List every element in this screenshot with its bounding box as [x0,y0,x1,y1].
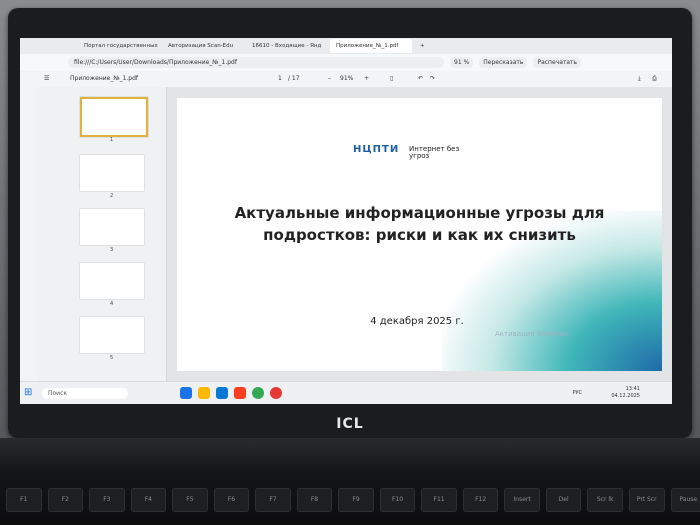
taskbar: ⊞ Поиск РУС 13:41 04.12.2025 [20,381,672,404]
thumbnail-number: 4 [110,301,114,307]
logo-text: НЦПТИ [353,144,400,155]
pdf-file-name: Приложение_№_1.pdf [70,75,139,82]
thumbnail-page-2[interactable] [80,155,144,191]
keyboard-key: F7 [255,488,291,512]
tab-pdf[interactable]: Приложение_№_1.pdf [330,39,412,53]
download-icon[interactable]: ⤓ [638,75,641,83]
keyboard-key: F10 [379,488,416,512]
laptop-brand-logo: ICL [336,416,364,432]
browser-tab-bar: Портал государственных Авторизация Scan-… [20,38,672,54]
keyboard-key: Insert [504,488,540,512]
yandex-icon[interactable] [234,387,246,399]
print-icon[interactable]: ⎙ [652,75,657,83]
file-explorer-icon[interactable] [198,387,210,399]
print-button[interactable]: Распечатать [533,57,582,68]
keyboard-key: F12 [462,488,499,512]
clock-date: 04.12.2025 [611,393,640,399]
tab-yandex-mail[interactable]: 16610 - Входящие - Янд [246,39,328,53]
thumbnail-page-4[interactable] [80,263,144,299]
zoom-chip[interactable]: 91 % [450,57,474,68]
thumbnail-page-5[interactable] [80,317,144,353]
windows-start-icon[interactable]: ⊞ [24,387,32,398]
thumbnail-panel: 1 2 3 4 5 [38,87,167,381]
thumbnail-number: 5 [110,355,114,361]
menu-icon[interactable]: ☰ [44,75,49,82]
thumbnail-number: 2 [110,193,114,199]
activation-watermark: Активация Windows [495,330,569,338]
undo-icon[interactable]: ↶ [418,75,423,82]
keyboard-key: F1 [6,488,42,512]
logo-subtitle: Интернет без угроз [409,145,460,160]
tab-gosuslugi[interactable]: Портал государственных [78,39,160,53]
keyboard-key: Prt Scr [628,488,665,512]
keyboard-key: F11 [421,488,457,512]
page-total: / 17 [288,75,300,82]
keyboard-key: F5 [172,488,208,512]
retell-button[interactable]: Пересказать [479,57,528,68]
keyboard-key: Scr lk [587,488,623,512]
tab-scan-edu[interactable]: Авторизация Scan-Edu [162,39,244,53]
function-key-row: F1 F2 F3 F4 F5 F6 F7 F8 F9 F10 F11 F12 Insert Del Scr … [0,488,700,525]
slide-date: 4 декабря 2025 г. [370,316,464,327]
pdf-zoom-value[interactable]: 91% [340,75,353,82]
thumbnail-number: 1 [110,137,114,143]
redo-icon[interactable]: ↷ [430,75,435,82]
zoom-in-icon[interactable]: + [364,75,369,82]
zoom-out-icon[interactable]: – [328,75,331,82]
language-indicator[interactable]: РУС [572,390,582,396]
clock[interactable]: 13:41 04.12.2025 [611,386,640,400]
keyboard-key: Pause [670,488,700,512]
fit-page-icon[interactable]: ▯ [390,75,393,82]
slide-title: Актуальные информационные угрозы для под… [234,204,605,244]
url-input[interactable]: file:///C:/Users/User/Downloads/Приложен… [68,57,444,68]
keyboard-key: F6 [213,488,250,512]
chrome-icon[interactable] [252,387,264,399]
taskbar-search-input[interactable]: Поиск [42,388,128,399]
yandex-browser-icon[interactable] [270,387,282,399]
laptop-screen: Портал государственных Авторизация Scan-… [20,38,672,404]
keyboard-key: F9 [338,488,374,512]
store-icon[interactable] [216,387,228,399]
thumbnail-number: 3 [110,247,114,253]
keyboard-key: Del [545,488,582,512]
pdf-toolbar: ☰ Приложение_№_1.pdf 1 / 17 – 91% + ▯ ↶ … [38,71,672,88]
browser-side-panel [20,71,39,381]
page-current-input[interactable]: 1 [278,75,282,82]
keyboard-key: F2 [47,488,84,512]
thumbnail-page-1[interactable] [80,97,148,137]
keyboard-key: F4 [130,488,167,512]
new-tab-icon[interactable]: + [414,39,431,53]
edge-icon[interactable] [180,387,192,399]
keyboard-key: F3 [89,488,125,512]
slide-page: НЦПТИ Интернет без угроз Актуальные инфо… [177,98,662,371]
clock-time: 13:41 [625,386,640,392]
thumbnail-page-3[interactable] [80,209,144,245]
address-bar-row: file:///C:/Users/User/Downloads/Приложен… [20,54,672,71]
keyboard-key: F8 [296,488,333,512]
